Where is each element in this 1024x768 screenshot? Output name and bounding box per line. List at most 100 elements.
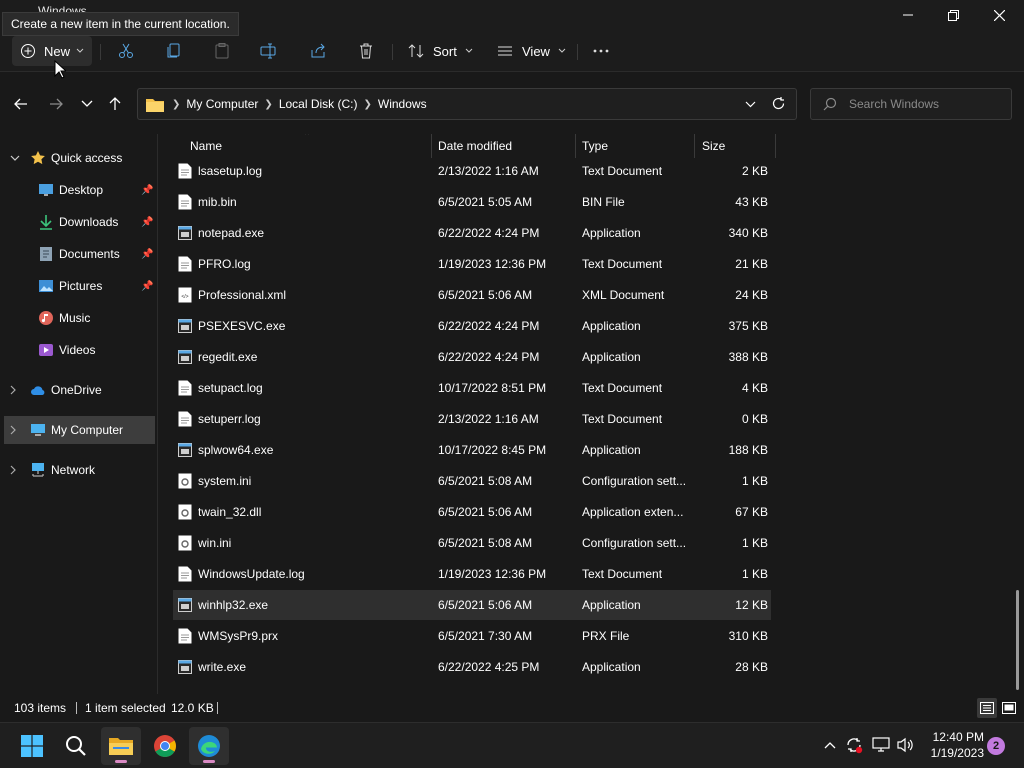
paste-button[interactable] <box>213 36 231 66</box>
file-name: twain_32.dll <box>198 505 262 519</box>
sidebar-item-downloads[interactable]: Downloads 📌 <box>0 208 156 236</box>
new-button[interactable]: New <box>12 36 92 66</box>
chrome-icon <box>154 735 176 757</box>
file-name: mib.bin <box>198 195 237 209</box>
up-button[interactable] <box>103 92 127 116</box>
start-button[interactable] <box>12 727 52 765</box>
taskbar-edge[interactable] <box>189 727 229 765</box>
cut-button[interactable] <box>117 36 135 66</box>
mouse-cursor-icon <box>54 60 66 79</box>
network-status-button[interactable] <box>871 735 891 755</box>
file-type: Text Document <box>582 257 663 271</box>
file-type: Text Document <box>582 164 663 178</box>
close-button[interactable] <box>976 0 1022 30</box>
text-file-icon <box>178 628 192 644</box>
sidebar-item-videos[interactable]: Videos <box>0 336 156 364</box>
breadcrumb-windows[interactable]: Windows <box>378 97 427 111</box>
sidebar-item-label: Music <box>59 311 91 325</box>
file-row[interactable]: </> Professional.xml 6/5/2021 5:06 AM XML D… <box>173 280 771 310</box>
file-row[interactable]: setuperr.log 2/13/2022 1:16 AM Text Docume… <box>173 404 771 434</box>
maximize-button[interactable] <box>930 0 976 30</box>
sidebar-item-onedrive[interactable]: OneDrive <box>0 376 156 404</box>
pin-icon: 📌 <box>141 280 154 292</box>
view-button[interactable]: View <box>496 36 566 66</box>
file-row[interactable]: PSEXESVC.exe 6/22/2022 4:24 PM Application… <box>173 311 771 341</box>
file-row[interactable]: WMSysPr9.prx 6/5/2021 7:30 AM PRX File 310 … <box>173 621 771 651</box>
file-row[interactable]: system.ini 6/5/2021 5:08 AM Configuration … <box>173 466 771 496</box>
file-name: PSEXESVC.exe <box>198 319 286 333</box>
sort-button[interactable]: Sort <box>407 36 473 66</box>
file-size: 1 KB <box>741 474 768 488</box>
file-row[interactable]: write.exe 6/22/2022 4:25 PM Application 28 … <box>173 652 771 682</box>
column-header-type[interactable]: Type <box>582 134 695 158</box>
file-row[interactable]: PFRO.log 1/19/2023 12:36 PM Text Document 2… <box>173 249 771 279</box>
delete-button[interactable] <box>357 36 375 66</box>
sidebar-item-pictures[interactable]: Pictures 📌 <box>0 272 156 300</box>
file-date-modified: 6/5/2021 5:06 AM <box>438 598 533 612</box>
share-button[interactable] <box>309 36 327 66</box>
text-file-icon <box>178 163 192 179</box>
file-row[interactable]: twain_32.dll 6/5/2021 5:06 AM Application … <box>173 497 771 527</box>
file-row[interactable]: WindowsUpdate.log 1/19/2023 12:36 PM Text … <box>173 559 771 589</box>
column-header-size[interactable]: Size <box>702 134 776 158</box>
minimize-button[interactable] <box>885 0 931 30</box>
column-header-name[interactable]: Name <box>190 134 432 158</box>
sidebar-item-music[interactable]: Music <box>0 304 156 332</box>
large-icons-view-button[interactable] <box>999 698 1019 718</box>
file-size: 388 KB <box>728 350 768 364</box>
sidebar-item-my-computer[interactable]: My Computer <box>4 416 155 444</box>
taskbar-search-button[interactable] <box>56 727 96 765</box>
sidebar-item-label: Documents <box>59 247 120 261</box>
status-divider <box>217 702 218 714</box>
file-row[interactable]: notepad.exe 6/22/2022 4:24 PM Application 3… <box>173 218 771 248</box>
file-size: 43 KB <box>735 195 768 209</box>
sidebar-item-network[interactable]: Network <box>0 456 156 484</box>
arrow-up-icon <box>109 97 121 110</box>
column-header-date[interactable]: Date modified <box>438 134 576 158</box>
sidebar-item-desktop[interactable]: Desktop 📌 <box>0 176 156 204</box>
file-row[interactable]: setupact.log 10/17/2022 8:51 PM Text Docum… <box>173 373 771 403</box>
breadcrumb-local-disk[interactable]: Local Disk (C:) <box>279 97 358 111</box>
file-row[interactable]: regedit.exe 6/22/2022 4:24 PM Application 3… <box>173 342 771 372</box>
clock-time: 12:40 PM <box>932 730 984 744</box>
breadcrumb-my-computer[interactable]: My Computer <box>186 97 258 111</box>
text-file-icon <box>178 411 192 427</box>
file-row[interactable]: mib.bin 6/5/2021 5:05 AM BIN File 43 KB <box>173 187 771 217</box>
recent-locations-button[interactable] <box>75 92 99 116</box>
taskbar-clock[interactable]: 12:40 PM 1/19/2023 <box>924 729 984 761</box>
file-row[interactable]: winhlp32.exe 6/5/2021 5:06 AM Application 1… <box>173 590 771 620</box>
search-input[interactable] <box>849 97 999 111</box>
copy-button[interactable] <box>165 36 183 66</box>
search-box[interactable] <box>810 88 1012 120</box>
sidebar-item-quick-access[interactable]: Quick access <box>0 144 156 172</box>
file-row[interactable]: win.ini 6/5/2021 5:08 AM Configuration set… <box>173 528 771 558</box>
vertical-scrollbar[interactable] <box>1016 590 1019 690</box>
file-name: win.ini <box>198 536 232 550</box>
file-row[interactable]: lsasetup.log 2/13/2022 1:16 AM Text Docume… <box>173 156 771 186</box>
sidebar-item-label: Desktop <box>59 183 104 197</box>
taskbar-file-explorer[interactable] <box>101 727 141 765</box>
file-row[interactable]: splwow64.exe 10/17/2022 8:45 PM Applicatio… <box>173 435 771 465</box>
details-view-icon <box>980 702 994 714</box>
details-view-button[interactable] <box>977 698 997 718</box>
rename-button[interactable] <box>260 36 278 66</box>
volume-button[interactable] <box>896 735 916 755</box>
more-options-button[interactable] <box>592 36 610 66</box>
address-bar[interactable]: ❯ My Computer ❯ Local Disk (C:) ❯ Window… <box>137 88 797 120</box>
arrow-left-icon <box>14 98 27 110</box>
address-history-button[interactable] <box>745 97 756 111</box>
show-hidden-icons-button[interactable] <box>820 735 840 755</box>
sync-status-button[interactable] <box>844 735 864 755</box>
file-name: setuperr.log <box>198 412 261 426</box>
refresh-button[interactable] <box>771 96 786 114</box>
forward-button[interactable] <box>44 92 68 116</box>
back-button[interactable] <box>9 92 33 116</box>
file-name: PFRO.log <box>198 257 251 271</box>
notification-badge[interactable]: 2 <box>987 737 1005 755</box>
file-date-modified: 10/17/2022 8:45 PM <box>438 443 547 457</box>
file-date-modified: 6/5/2021 5:08 AM <box>438 536 533 550</box>
sidebar-item-documents[interactable]: Documents 📌 <box>0 240 156 268</box>
taskbar-chrome[interactable] <box>145 727 185 765</box>
file-size: 28 KB <box>735 660 768 674</box>
file-type: Application <box>582 226 641 240</box>
